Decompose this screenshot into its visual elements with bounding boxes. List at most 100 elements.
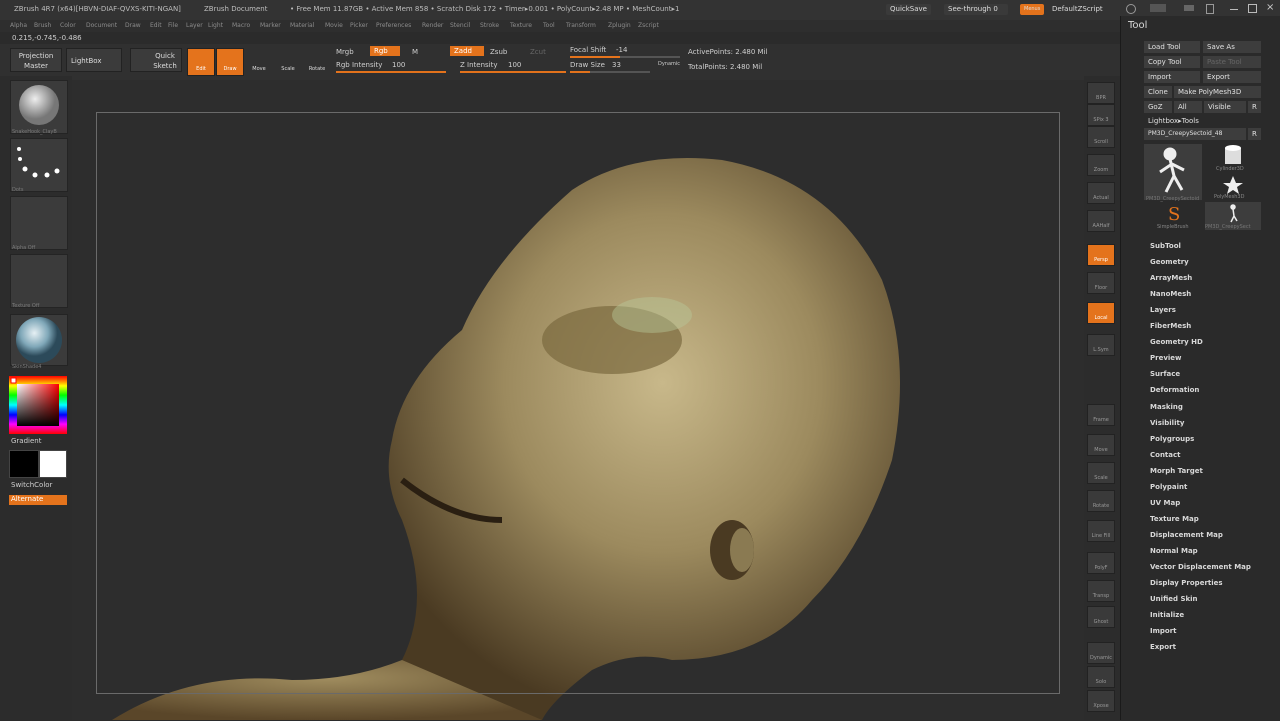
menu-picker[interactable]: Picker: [350, 22, 368, 29]
seethrough-slider[interactable]: See-through 0: [944, 4, 1008, 15]
subpalette-polypaint[interactable]: Polypaint: [1150, 483, 1187, 491]
close-icon[interactable]: ×: [1266, 2, 1274, 13]
zcut-button[interactable]: Zcut: [530, 48, 546, 56]
menu-stroke[interactable]: Stroke: [480, 22, 499, 29]
subpalette-morph-target[interactable]: Morph Target: [1150, 467, 1203, 475]
subpalette-subtool[interactable]: SubTool: [1150, 242, 1181, 250]
script-name[interactable]: DefaultZScript: [1048, 4, 1107, 15]
subpalette-texture-map[interactable]: Texture Map: [1150, 515, 1199, 523]
goz-visible-button[interactable]: Visible: [1204, 101, 1246, 113]
shelf-xpose-button[interactable]: Xpose: [1087, 690, 1115, 712]
switchcolor-button[interactable]: SwitchColor: [11, 481, 52, 489]
alpha-thumbnail[interactable]: [10, 196, 68, 250]
color-picker[interactable]: [9, 376, 67, 434]
paste-tool-button[interactable]: Paste Tool: [1203, 56, 1261, 68]
lock-icon[interactable]: [1206, 4, 1214, 14]
shelf-dynamic-button[interactable]: Dynamic: [1087, 642, 1115, 664]
shelf-scale-button[interactable]: Scale: [1087, 462, 1115, 484]
goz-all-button[interactable]: All: [1174, 101, 1202, 113]
subpalette-visibility[interactable]: Visibility: [1150, 419, 1184, 427]
tool-thumb-sectoid[interactable]: [1144, 144, 1202, 200]
shelf-move-button[interactable]: Move: [1087, 434, 1115, 456]
subpalette-layers[interactable]: Layers: [1150, 306, 1176, 314]
subpalette-display-properties[interactable]: Display Properties: [1150, 579, 1223, 587]
shelf-zoom-button[interactable]: Zoom: [1087, 154, 1115, 176]
menu-tool[interactable]: Tool: [543, 22, 555, 29]
zsub-button[interactable]: Zsub: [490, 48, 507, 56]
shelf-scroll-button[interactable]: Scroll: [1087, 126, 1115, 148]
subpalette-uv-map[interactable]: UV Map: [1150, 499, 1180, 507]
shelf-l-sym-button[interactable]: L.Sym: [1087, 334, 1115, 356]
move-button[interactable]: Move: [246, 48, 272, 76]
lightbox-tools-button[interactable]: Lightbox▸Tools: [1144, 115, 1261, 127]
dynamic-toggle[interactable]: Dynamic: [658, 61, 680, 67]
rotate-button[interactable]: Rotate: [304, 48, 330, 76]
subpalette-contact[interactable]: Contact: [1150, 451, 1181, 459]
shelf-floor-button[interactable]: Floor: [1087, 272, 1115, 294]
menu-zscript[interactable]: Zscript: [638, 22, 659, 29]
subpalette-import[interactable]: Import: [1150, 627, 1177, 635]
primary-color-swatch[interactable]: [9, 450, 39, 478]
subpalette-arraymesh[interactable]: ArrayMesh: [1150, 274, 1192, 282]
export-button[interactable]: Export: [1203, 71, 1261, 83]
menu-macro[interactable]: Macro: [232, 22, 250, 29]
menu-draw[interactable]: Draw: [125, 22, 141, 29]
draw-button[interactable]: Draw: [216, 48, 244, 76]
stroke-thumbnail[interactable]: [10, 138, 68, 192]
save-as-button[interactable]: Save As: [1203, 41, 1261, 53]
subpalette-vector-displacement-map[interactable]: Vector Displacement Map: [1150, 563, 1251, 571]
menu-alpha[interactable]: Alpha: [10, 22, 27, 29]
menu-preferences[interactable]: Preferences: [376, 22, 411, 29]
subpalette-normal-map[interactable]: Normal Map: [1150, 547, 1198, 555]
menu-document[interactable]: Document: [86, 22, 117, 29]
shelf-aahalf-button[interactable]: AAHalf: [1087, 210, 1115, 232]
subpalette-surface[interactable]: Surface: [1150, 370, 1180, 378]
maximize-icon[interactable]: [1248, 4, 1257, 13]
menu-material[interactable]: Material: [290, 22, 314, 29]
m-button[interactable]: M: [412, 48, 418, 56]
menu-file[interactable]: File: [168, 22, 178, 29]
alternate-button[interactable]: Alternate: [9, 495, 67, 505]
shelf-solo-button[interactable]: Solo: [1087, 666, 1115, 688]
projection-master-button[interactable]: Projection Master: [10, 48, 62, 72]
subpalette-masking[interactable]: Masking: [1150, 403, 1183, 411]
quicksave-button[interactable]: QuickSave: [886, 4, 931, 15]
shelf-actual-button[interactable]: Actual: [1087, 182, 1115, 204]
menu-texture[interactable]: Texture: [510, 22, 532, 29]
current-tool-slider[interactable]: PM3D_CreepySectoid_48: [1144, 128, 1246, 140]
subpalette-geometry-hd[interactable]: Geometry HD: [1150, 338, 1203, 346]
menu-layer[interactable]: Layer: [186, 22, 203, 29]
shelf-local-button[interactable]: Local: [1087, 302, 1115, 324]
subpalette-export[interactable]: Export: [1150, 643, 1176, 651]
zadd-button[interactable]: Zadd: [450, 46, 484, 56]
draw-size-slider[interactable]: [570, 71, 650, 73]
goz-button[interactable]: GoZ: [1144, 101, 1172, 113]
quick-sketch-button[interactable]: Quick Sketch: [130, 48, 182, 72]
lightbox-button[interactable]: LightBox: [66, 48, 122, 72]
menu-marker[interactable]: Marker: [260, 22, 281, 29]
menu-light[interactable]: Light: [208, 22, 223, 29]
shelf-bpr-button[interactable]: BPR: [1087, 82, 1115, 104]
secondary-color-swatch[interactable]: [39, 450, 67, 478]
subpalette-preview[interactable]: Preview: [1150, 354, 1182, 362]
palette-icon[interactable]: [1184, 5, 1194, 11]
menu-color[interactable]: Color: [60, 22, 76, 29]
subpalette-fibermesh[interactable]: FiberMesh: [1150, 322, 1191, 330]
menu-edit[interactable]: Edit: [150, 22, 162, 29]
goz-r-button[interactable]: R: [1248, 101, 1261, 113]
shelf-polyf-button[interactable]: PolyF: [1087, 552, 1115, 574]
import-button[interactable]: Import: [1144, 71, 1200, 83]
menu-stencil[interactable]: Stencil: [450, 22, 470, 29]
texture-thumbnail[interactable]: [10, 254, 68, 308]
shelf-spix-3-button[interactable]: SPix 3: [1087, 104, 1115, 126]
subpalette-polygroups[interactable]: Polygroups: [1150, 435, 1194, 443]
clone-button[interactable]: Clone: [1144, 86, 1172, 98]
shelf-rotate-button[interactable]: Rotate: [1087, 490, 1115, 512]
subpalette-nanomesh[interactable]: NanoMesh: [1150, 290, 1191, 298]
brush-thumbnail[interactable]: [10, 80, 68, 134]
subpalette-deformation[interactable]: Deformation: [1150, 386, 1199, 394]
edit-button[interactable]: Edit: [187, 48, 215, 76]
gradient-toggle[interactable]: Gradient: [11, 437, 41, 445]
shelf-ghost-button[interactable]: Ghost: [1087, 606, 1115, 628]
mrgb-button[interactable]: Mrgb: [336, 48, 354, 56]
